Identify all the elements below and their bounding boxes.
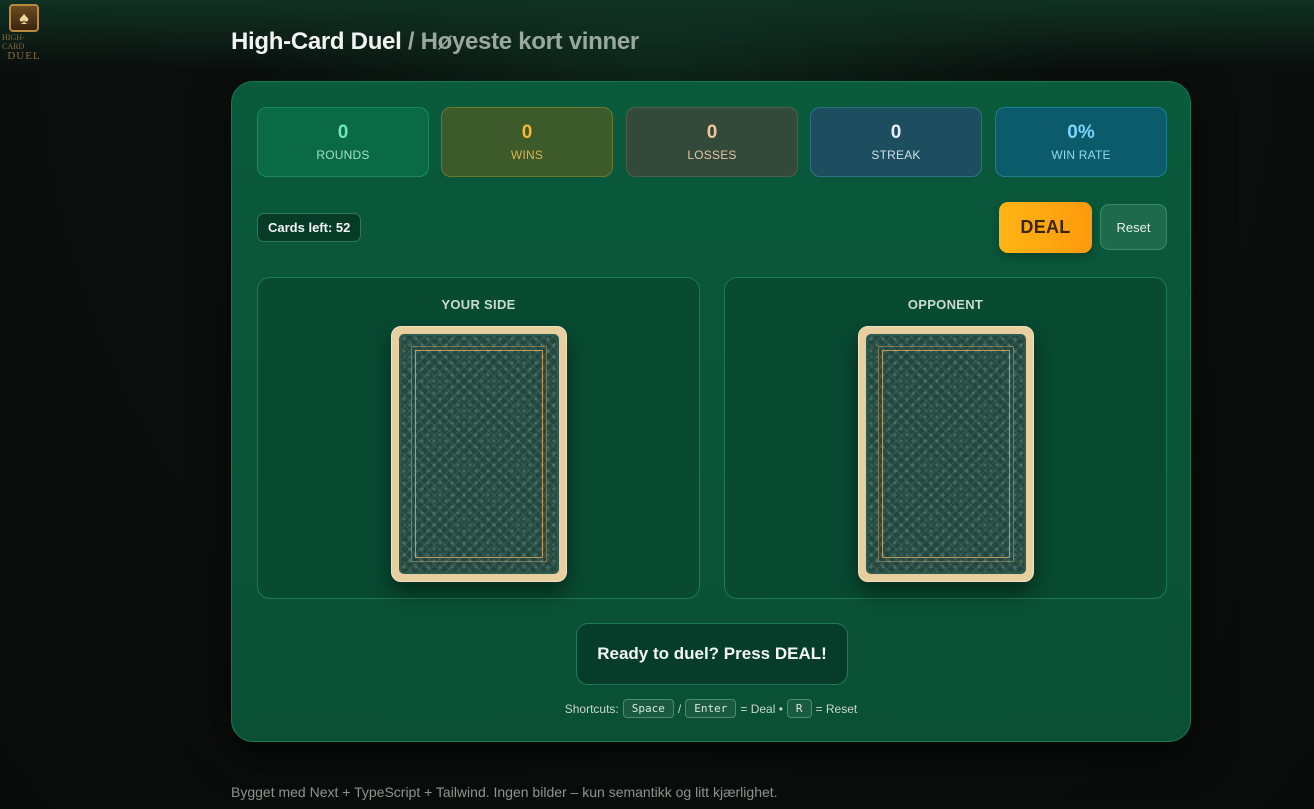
page-title: High-Card Duel / Høyeste kort vinner <box>231 28 639 56</box>
stat-wins: 0 WINS <box>441 107 613 177</box>
card-back-pattern <box>399 334 559 574</box>
your-side-title: YOUR SIDE <box>441 297 516 312</box>
stat-value: 0 <box>337 122 349 143</box>
opponent-zone: OPPONENT <box>724 277 1167 599</box>
your-side-zone: YOUR SIDE <box>257 277 700 599</box>
stat-rounds: 0 ROUNDS <box>257 107 429 177</box>
stat-losses: 0 LOSSES <box>626 107 798 177</box>
stat-value: 0 <box>521 122 533 143</box>
key-r: R <box>786 699 812 718</box>
logo-text-line2: DUEL <box>7 50 41 62</box>
top-glow <box>0 0 1314 70</box>
opponent-title: OPPONENT <box>907 297 984 312</box>
title-main: High-Card Duel <box>231 28 402 55</box>
stat-win-rate: 0% WIN RATE <box>995 107 1167 177</box>
app-logo: ♠ HIGH-CARD DUEL <box>2 4 46 62</box>
stat-value: 0% <box>1067 122 1095 143</box>
stat-label: STREAK <box>871 148 921 162</box>
shortcuts-prefix: Shortcuts: <box>564 701 619 716</box>
shortcuts-reset-text: = Reset <box>815 701 858 716</box>
stat-label: ROUNDS <box>316 148 370 162</box>
card-back-pattern <box>866 334 1026 574</box>
deal-button[interactable]: DEAL <box>999 202 1092 253</box>
cards-left-badge: Cards left: 52 <box>257 213 362 242</box>
key-space: Space <box>622 699 674 718</box>
game-panel: 0 ROUNDS 0 WINS 0 LOSSES 0 STREAK 0% WIN… <box>231 81 1191 742</box>
card-back-frame <box>878 346 1014 562</box>
stat-label: LOSSES <box>687 148 737 162</box>
footer-text: Bygget med Next + TypeScript + Tailwind.… <box>231 784 778 800</box>
key-enter: Enter <box>685 699 737 718</box>
reset-button[interactable]: Reset <box>1100 204 1167 250</box>
card-back-frame <box>411 346 547 562</box>
spade-icon: ♠ <box>9 4 39 32</box>
player-card-back <box>391 326 567 582</box>
stat-value: 0 <box>706 122 718 143</box>
title-subtitle: / Høyeste kort vinner <box>401 28 639 55</box>
stat-label: WIN RATE <box>1051 148 1111 162</box>
shortcuts-separator: / <box>677 701 682 716</box>
stat-streak: 0 STREAK <box>810 107 982 177</box>
status-message: Ready to duel? Press DEAL! <box>576 623 848 685</box>
stat-label: WINS <box>510 148 544 162</box>
stat-value: 0 <box>890 122 902 143</box>
logo-text-line1: HIGH-CARD <box>2 33 25 51</box>
shortcuts-hint: Shortcuts: Space / Enter = Deal • R = Re… <box>232 699 1190 718</box>
shortcuts-deal-text: = Deal • <box>740 701 783 716</box>
opponent-card-back <box>858 326 1034 582</box>
